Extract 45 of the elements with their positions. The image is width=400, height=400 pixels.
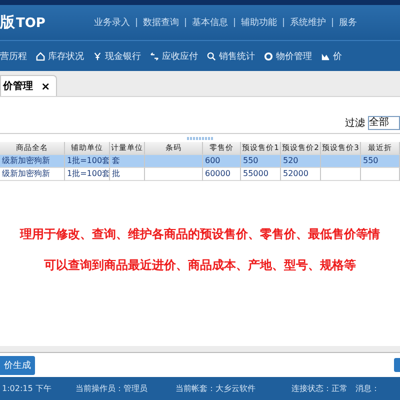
nav-item[interactable]: 现金银行 xyxy=(105,50,141,62)
status-text: 消息： xyxy=(355,383,380,394)
side-button[interactable] xyxy=(394,358,400,372)
scroll-indicator[interactable] xyxy=(187,136,213,140)
status-text: 当前帐套：大乡云软件 xyxy=(175,383,256,394)
nav-item[interactable]: 应收应付 xyxy=(162,50,198,62)
arrows-icon xyxy=(150,52,159,60)
nav-item[interactable]: 物价管理 xyxy=(276,50,312,62)
nav-item[interactable]: 销售统计 xyxy=(219,50,255,62)
gear-icon xyxy=(264,52,273,60)
table-cell: 550 xyxy=(363,156,378,165)
chart-icon xyxy=(321,52,330,60)
menu-item[interactable]: 业务录入 xyxy=(88,16,136,29)
table-cell: 套 xyxy=(112,156,120,165)
table-cell: 级新加密狗新 xyxy=(2,156,50,165)
house-icon xyxy=(36,52,45,60)
menu-item[interactable]: 服务 xyxy=(333,16,363,29)
filter-label: 过滤 xyxy=(345,116,365,130)
menu-item[interactable]: 数据查询 xyxy=(137,16,185,29)
tab[interactable]: 价管理 × xyxy=(0,75,58,96)
nav-item[interactable]: 价 xyxy=(333,50,342,62)
status-text: 当前操作员：管理员 xyxy=(75,383,148,394)
table-cell: 550 xyxy=(243,156,258,165)
app-logo: 版TOP xyxy=(0,13,46,32)
table-cell: 55000 xyxy=(243,169,268,178)
search-icon xyxy=(207,52,216,60)
menu-item[interactable]: 基本信息 xyxy=(186,16,234,29)
note-text: 理用于修改、查询、维护各商品的预设售价、零售价、最低售价等情 xyxy=(20,226,380,243)
status-text: 1:02:15 下午 xyxy=(2,383,52,394)
menu-item[interactable]: 辅助功能 xyxy=(235,16,283,29)
horizontal-scrollbar[interactable] xyxy=(0,346,400,353)
note-text: 可以查询到商品最近进价、商品成本、产地、型号、规格等 xyxy=(44,257,356,274)
table-cell: 60000 xyxy=(205,169,230,178)
close-icon[interactable]: × xyxy=(41,80,50,92)
table-cell: 520 xyxy=(283,156,298,165)
status-text: 连接状态：正常 xyxy=(291,383,348,394)
menu-item[interactable]: 系统维护 xyxy=(284,16,332,29)
nav-item[interactable]: 营历程 xyxy=(0,50,27,62)
table-cell: 52000 xyxy=(283,169,308,178)
table-cell: 级新加密狗新 xyxy=(2,169,50,178)
yen-icon xyxy=(93,52,102,60)
table-cell: 批 xyxy=(112,169,120,178)
table-cell: 600 xyxy=(205,156,220,165)
generate-button[interactable]: 价生成 xyxy=(0,356,35,374)
nav-item[interactable]: 库存状况 xyxy=(48,50,84,62)
